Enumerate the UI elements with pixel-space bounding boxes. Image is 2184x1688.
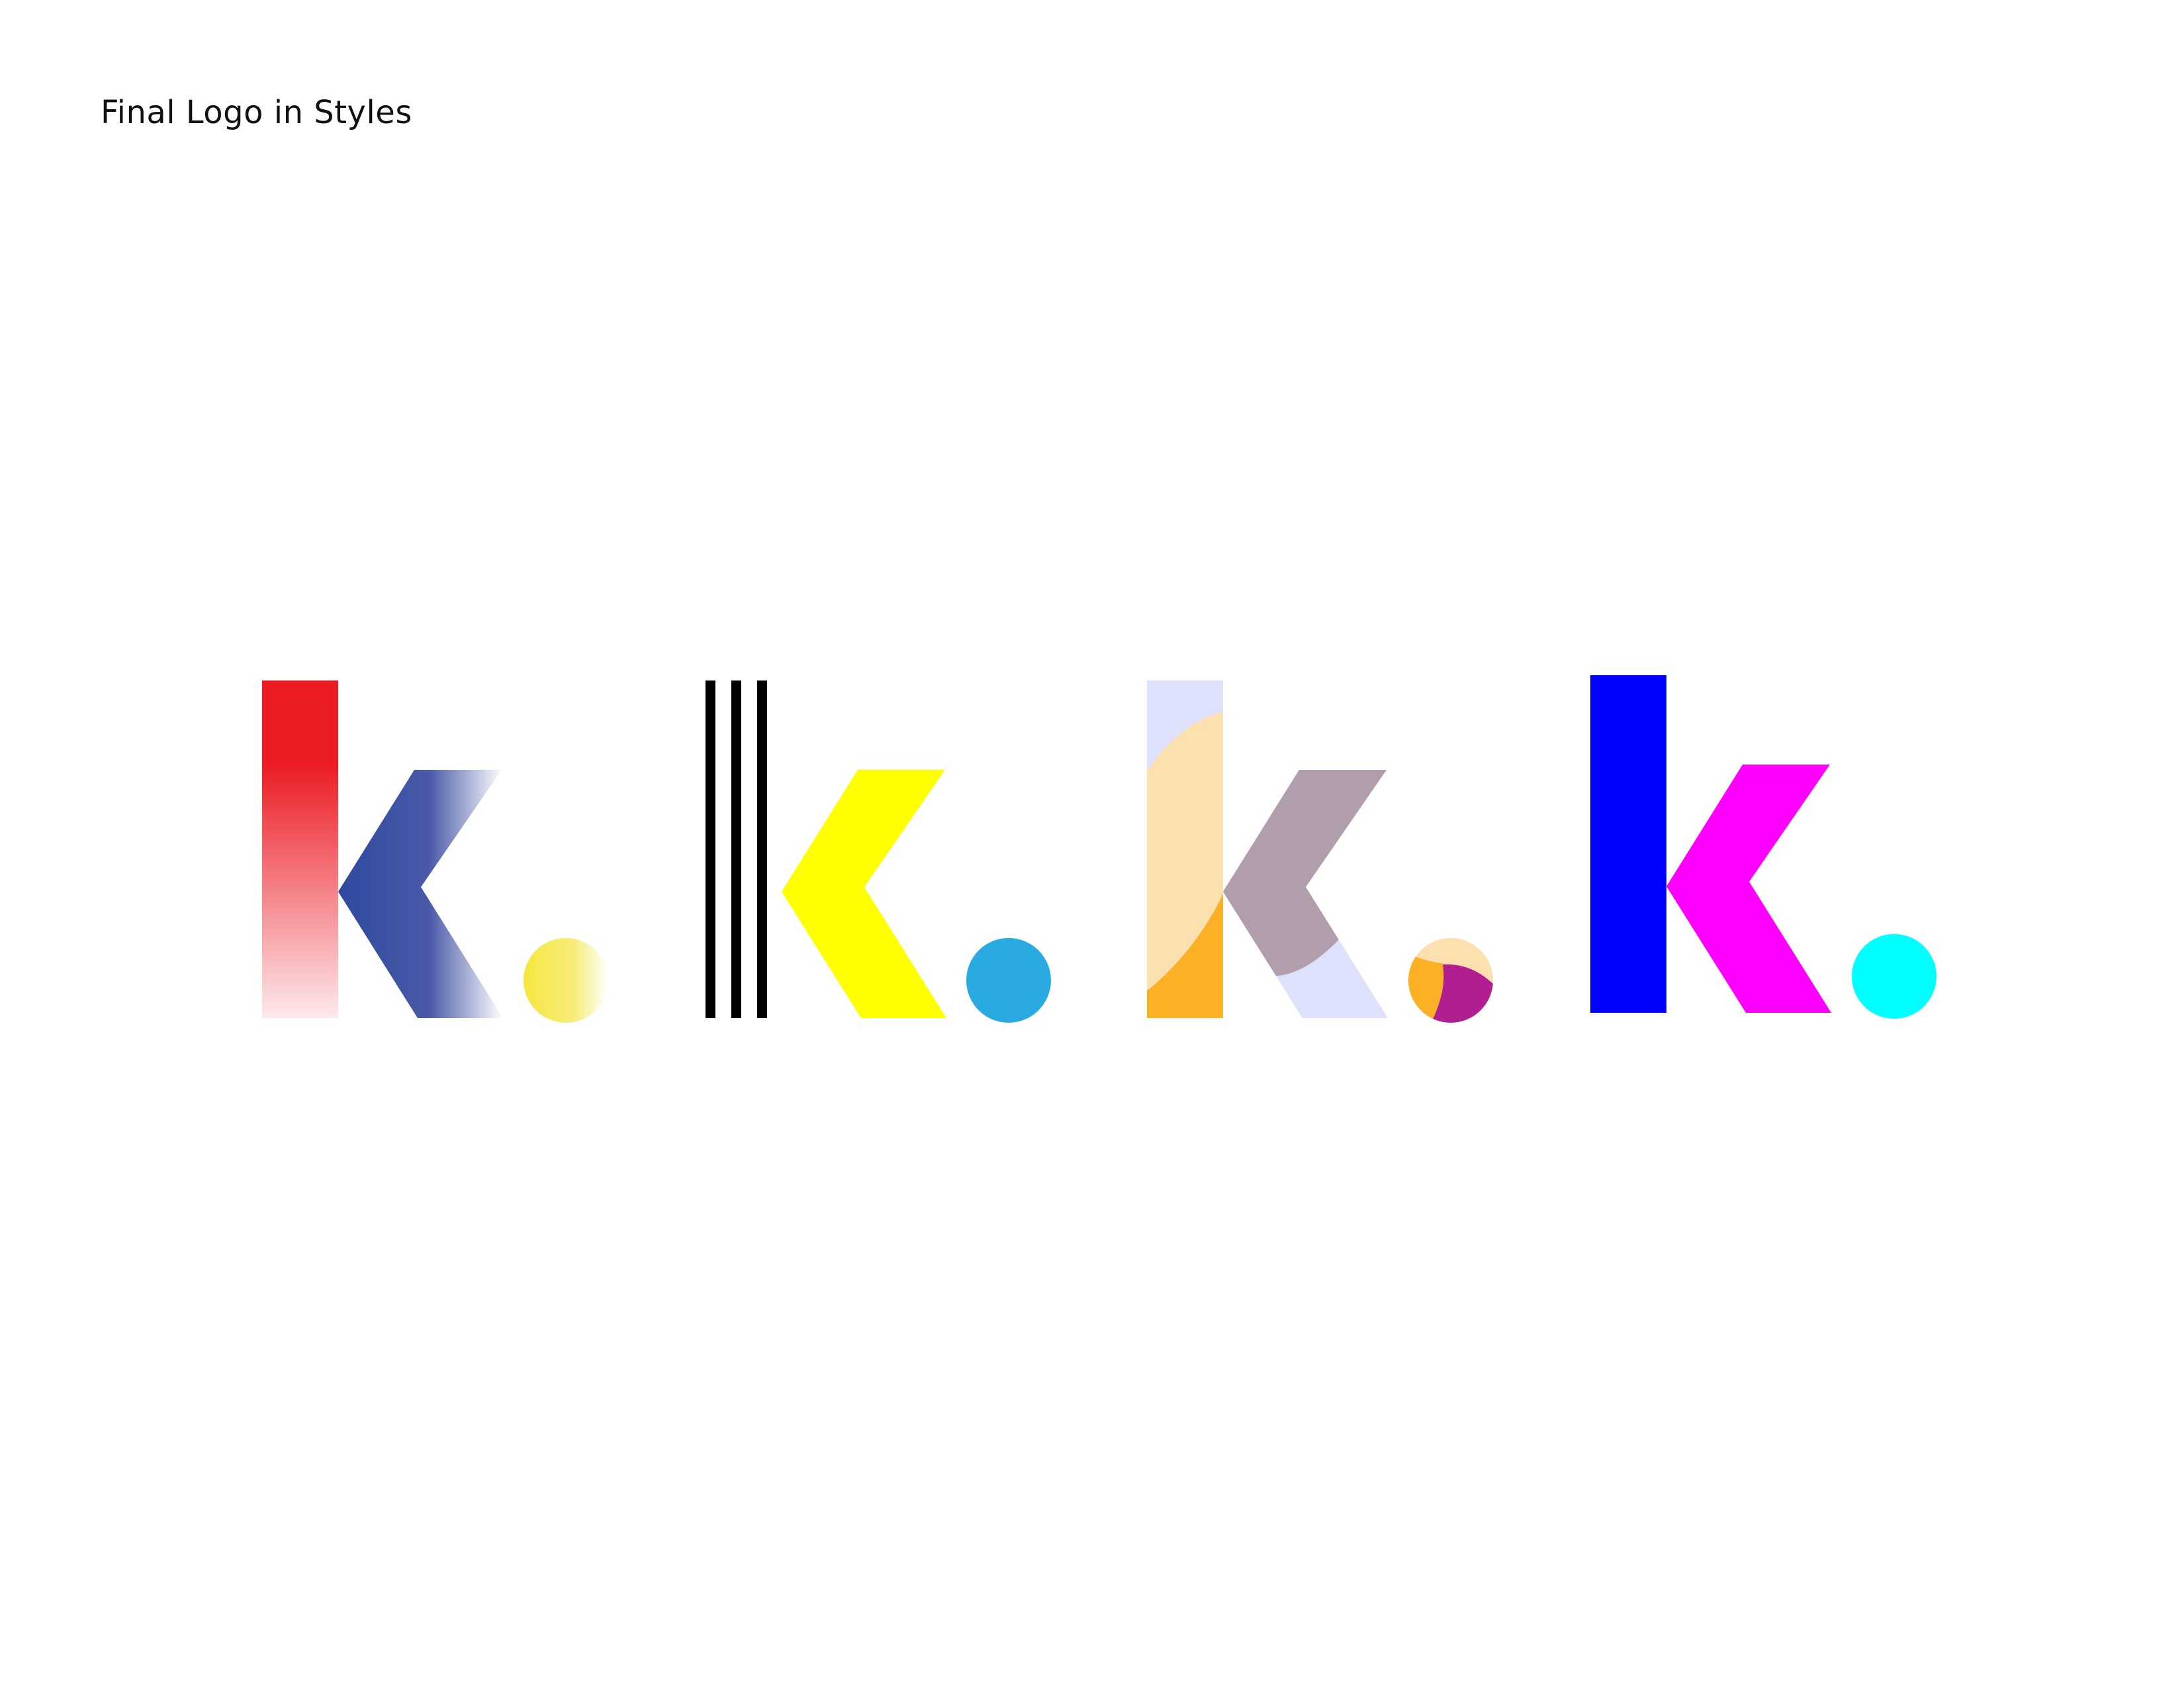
logo-dot: [1852, 934, 1936, 1019]
logo-stripe: [757, 680, 767, 1018]
logo-dot: [523, 938, 608, 1023]
logo-dot: [1408, 938, 1493, 1023]
logo-arm: [782, 770, 946, 1018]
logo-stripe: [731, 680, 741, 1018]
logo-arm: [1666, 765, 1831, 1013]
logo-dot: [966, 938, 1051, 1023]
logo-stem: [1147, 680, 1223, 1018]
logo-variations-artwork: [262, 675, 1936, 1023]
logo-stem: [1590, 675, 1666, 1013]
logo-arm: [338, 770, 503, 1018]
logo-arm: [1223, 770, 1388, 1018]
logo-stem: [262, 680, 338, 1018]
logo-gradient-variant: [262, 680, 608, 1023]
logo-stripe: [705, 680, 715, 1018]
logo-striped-variant: [705, 680, 1051, 1023]
logo-collage-variant: [1147, 680, 1493, 1023]
logo-variations-row: [0, 0, 2184, 1688]
logo-flat-variant: [1590, 675, 1936, 1019]
